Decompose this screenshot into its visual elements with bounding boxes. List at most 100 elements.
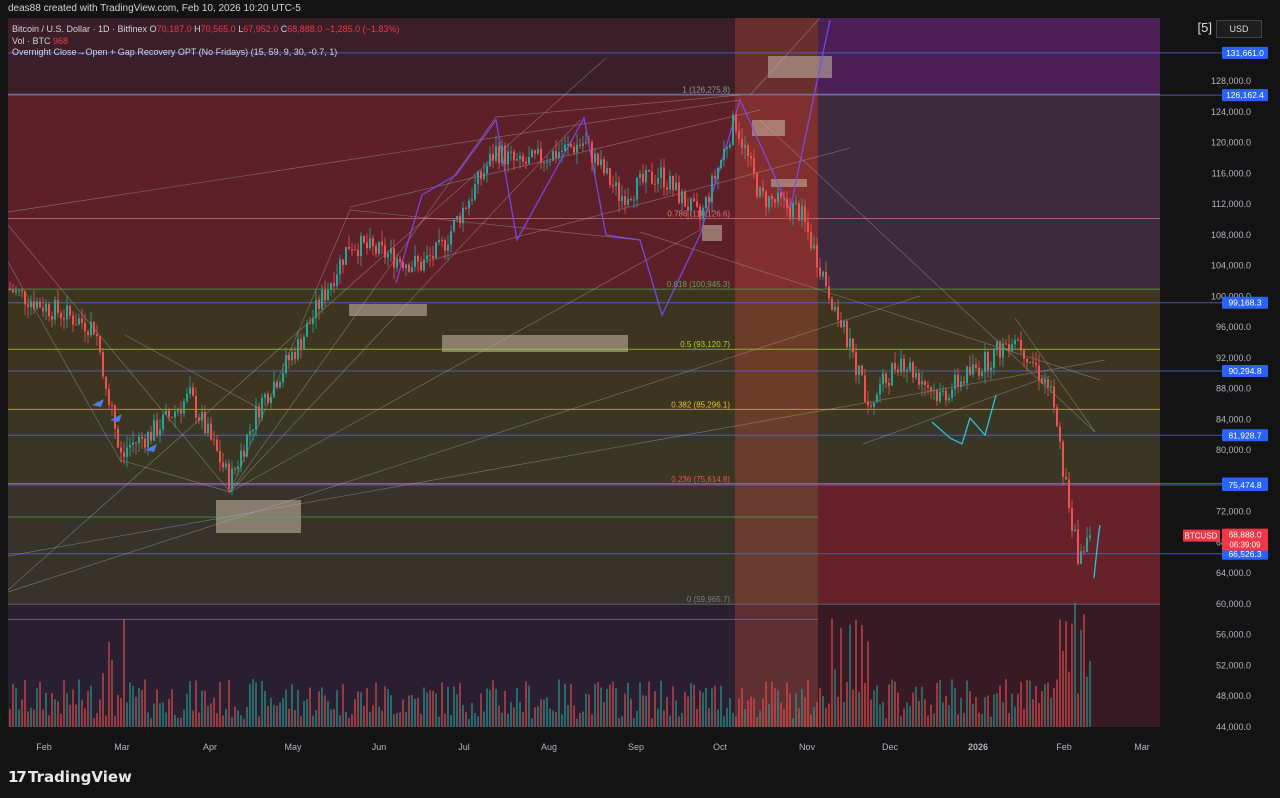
candle-body [72, 315, 74, 325]
volume-bar [81, 700, 83, 727]
volume-bar [501, 712, 503, 727]
volume-bar [465, 711, 467, 727]
candle-body [726, 147, 728, 149]
indicator-legend: Overnight Close→Open + Gap Recovery OPT … [12, 47, 337, 58]
candle-body [114, 405, 116, 429]
candle-body [990, 367, 992, 371]
symbol-tag-label: BTCUSD [1185, 532, 1218, 541]
tradingview-logo[interactable]: 17 TradingView [8, 768, 132, 786]
volume-bar [432, 690, 434, 727]
volume-bar [507, 713, 509, 727]
volume-bar [708, 708, 710, 727]
candle-body [750, 155, 752, 159]
candle-body [57, 299, 59, 313]
candle-body [369, 238, 371, 248]
candle-body [225, 463, 227, 468]
volume-bar [495, 688, 497, 727]
candle-body [297, 339, 299, 360]
volume-bar [762, 698, 764, 727]
volume-bar [1050, 697, 1052, 727]
timeframe-icon[interactable]: [5] [1198, 20, 1212, 35]
candle-body [162, 414, 164, 430]
volume-bar [933, 713, 935, 727]
open-label: O [149, 24, 157, 34]
volume-bar [720, 685, 722, 727]
candle-body [234, 468, 236, 470]
volume-bar [426, 692, 428, 727]
price-chart[interactable]: 1 (126,275.8)0.786 (110,126.6)0.618 (100… [0, 18, 1280, 758]
chart-credit: deas88 created with TradingView.com, Feb… [0, 0, 1280, 18]
currency-button[interactable]: USD [1216, 20, 1262, 38]
candle-body [765, 191, 767, 208]
candle-body [93, 321, 95, 335]
candle-body [465, 207, 467, 209]
candle-body [165, 410, 167, 415]
price-tick-label: 104,000.0 [1211, 261, 1251, 271]
candle-body [735, 114, 737, 132]
candle-body [672, 175, 674, 191]
volume-bar [348, 718, 350, 727]
volume-bar [717, 709, 719, 727]
candle-body [81, 318, 83, 323]
candle-body [309, 323, 311, 325]
candle-body [1011, 344, 1013, 352]
volume-bar [1035, 685, 1037, 727]
volume-bar [246, 706, 248, 727]
candle-body [474, 184, 476, 200]
volume-bar [864, 682, 866, 727]
time-tick-label: Mar [114, 742, 130, 752]
volume-bar [273, 704, 275, 727]
candle-body [1041, 379, 1043, 384]
volume-bar [834, 669, 836, 727]
volume-bar [480, 693, 482, 727]
candle-body [642, 173, 644, 183]
volume-bar [789, 693, 791, 727]
volume-bar [336, 690, 338, 727]
candle-body [453, 219, 455, 232]
volume-bar [441, 682, 443, 727]
volume-bar [654, 691, 656, 727]
candle-body [891, 363, 893, 386]
volume-bar [474, 713, 476, 727]
candle-body [693, 198, 695, 202]
volume-bar [816, 702, 818, 727]
candle-body [1080, 551, 1082, 564]
volume-bar [291, 684, 293, 727]
candle-body [231, 468, 233, 490]
time-tick-label: 2026 [968, 742, 988, 752]
volume-bar [78, 679, 80, 727]
candle-body [1086, 537, 1088, 552]
candle-body [780, 192, 782, 198]
volume-bar [648, 681, 650, 727]
volume-bar [1074, 602, 1076, 727]
volume-bar [705, 687, 707, 727]
candle-body [246, 434, 248, 457]
volume-bar [885, 718, 887, 727]
candle-body [624, 196, 626, 205]
candle-body [921, 381, 923, 385]
high-value: 70,565.0 [200, 24, 236, 34]
volume-legend: Vol · BTC 968 [12, 36, 68, 47]
volume-bar [807, 679, 809, 727]
volume-bar [1083, 614, 1085, 727]
candle-body [255, 406, 257, 430]
volume-bar [411, 694, 413, 727]
candle-body [1035, 362, 1037, 366]
candle-body [888, 382, 890, 386]
volume-bar [606, 688, 608, 727]
candle-body [675, 182, 677, 191]
volume-bar [753, 698, 755, 727]
volume-bar [396, 713, 398, 727]
volume-bar [165, 712, 167, 727]
candle-body [15, 290, 17, 293]
candle-body [966, 366, 968, 384]
volume-bar [405, 711, 407, 727]
candle-body [900, 358, 902, 373]
candle-body [774, 199, 776, 203]
volume-bar [900, 716, 902, 727]
candle-body [831, 298, 833, 311]
candle-body [138, 436, 140, 444]
volume-bar [828, 703, 830, 727]
candle-body [321, 290, 323, 310]
candle-body [963, 381, 965, 384]
